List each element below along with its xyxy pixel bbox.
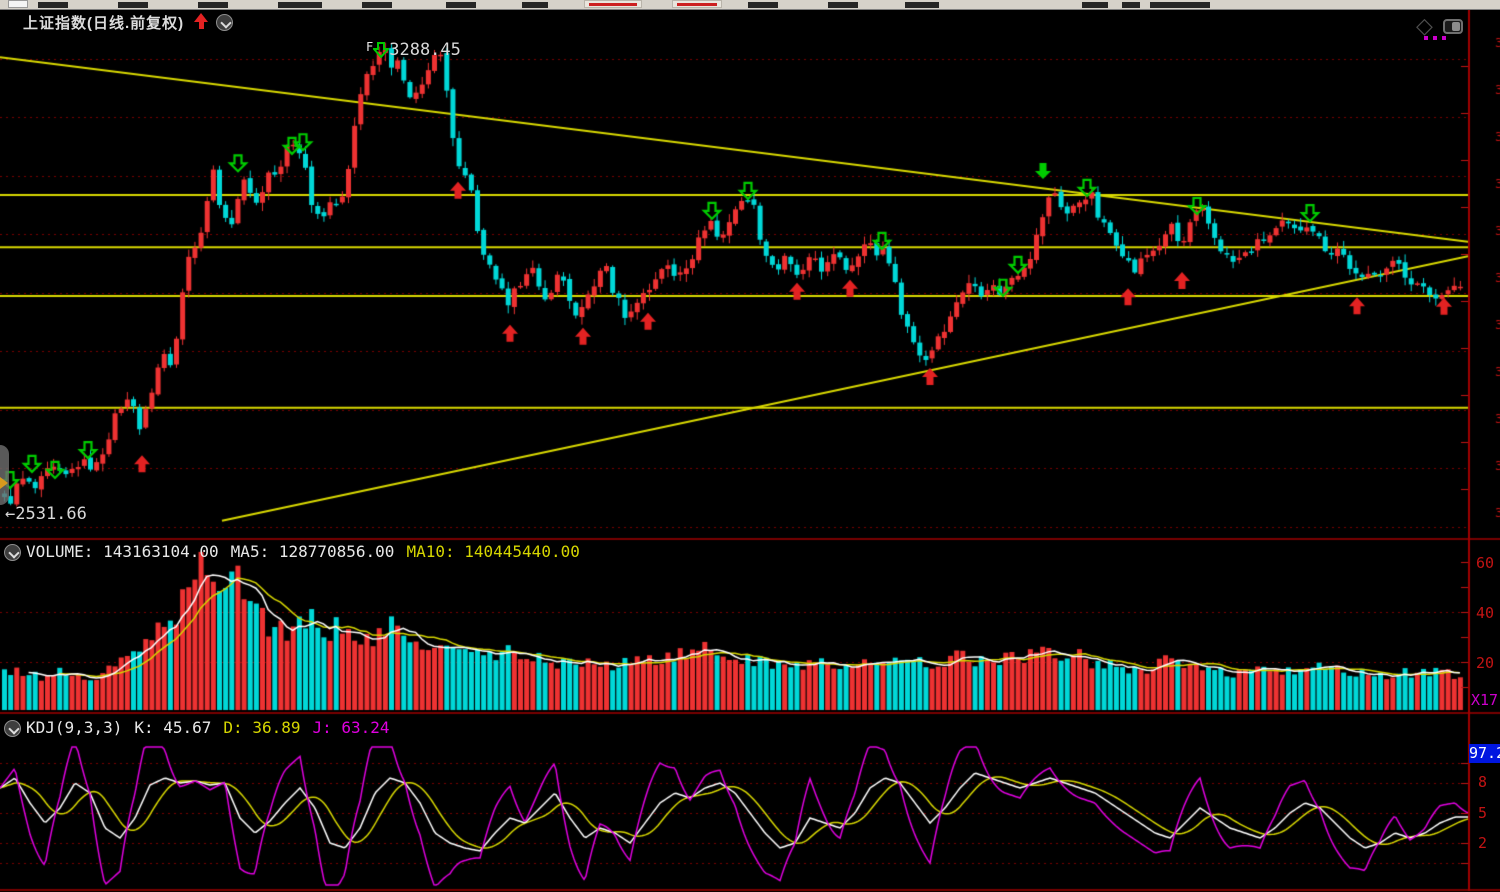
volume-axis-40: 40 (1476, 604, 1494, 622)
menu-item-stub[interactable] (1150, 2, 1210, 8)
chevron-down-icon[interactable] (4, 720, 21, 737)
menu-item-stub[interactable] (362, 2, 392, 8)
app-icon[interactable] (8, 0, 28, 8)
menu-item-stub[interactable] (278, 2, 322, 8)
sell-arrow-icon (373, 42, 389, 58)
menu-item-stub[interactable] (198, 2, 228, 8)
kdj-axis-80: 8 (1478, 773, 1487, 791)
j-value: 63.24 (341, 718, 389, 737)
ma5-label: MA5: (231, 542, 270, 561)
volume-unit-label: X17 (1471, 691, 1498, 709)
d-label: D: (223, 718, 242, 737)
kdj-highlight-value: 97.2 (1469, 744, 1500, 763)
kdj-axis-50: 5 (1478, 804, 1487, 822)
chart-canvas[interactable] (0, 0, 1500, 892)
kdj-label: KDJ(9,3,3) (26, 718, 122, 737)
menu-item-stub[interactable] (1082, 2, 1108, 8)
volume-header: VOLUME: 143163104.00 MA5: 128770856.00 MA1… (26, 542, 580, 561)
chevron-down-icon[interactable] (216, 14, 233, 31)
high-price-label: F3288.45 (366, 40, 461, 60)
k-value: 45.67 (163, 718, 211, 737)
k-label: K: (134, 718, 153, 737)
chevron-down-icon[interactable] (4, 544, 21, 561)
menu-item-stub[interactable] (38, 2, 68, 8)
menu-item-stub[interactable] (522, 2, 548, 8)
menu-item-stub[interactable] (1122, 2, 1140, 8)
orange-pointer-icon (0, 477, 8, 489)
pane-drag-handle[interactable] (0, 445, 9, 505)
volume-label: VOLUME: (26, 542, 93, 561)
ma10-label: MA10: (406, 542, 454, 561)
low-price-label: ←2531.66 (5, 504, 87, 524)
ma5-value: 128770856.00 (279, 542, 395, 561)
magenta-dot-icon (1433, 36, 1437, 40)
volume-axis-60: 60 (1476, 554, 1494, 572)
menu-item-stub[interactable] (905, 2, 939, 8)
trading-app-window: { "main_chart": { "title": "上证指数(日线.前复权)… (0, 0, 1500, 892)
menu-item-stub[interactable] (446, 2, 476, 8)
magenta-dot-icon (1442, 36, 1446, 40)
menu-item-stub[interactable] (748, 2, 778, 8)
volume-value: 143163104.00 (103, 542, 219, 561)
menu-item-red-stub[interactable] (584, 0, 642, 8)
volume-axis-20: 20 (1476, 654, 1494, 672)
chart-title: 上证指数(日线.前复权) (23, 12, 184, 33)
menu-item-stub[interactable] (118, 2, 148, 8)
kdj-axis-20: 2 (1478, 834, 1487, 852)
menu-item-stub[interactable] (828, 2, 858, 8)
j-label: J: (312, 718, 331, 737)
kdj-header: KDJ(9,3,3) K: 45.67 D: 36.89 J: 63.24 (26, 718, 390, 737)
menu-item-red-stub[interactable] (672, 0, 722, 8)
ma10-value: 140445440.00 (464, 542, 580, 561)
d-value: 36.89 (252, 718, 300, 737)
magenta-dot-icon (1424, 36, 1428, 40)
panel-layout-icon[interactable] (1443, 19, 1463, 34)
menu-bar (0, 0, 1500, 10)
